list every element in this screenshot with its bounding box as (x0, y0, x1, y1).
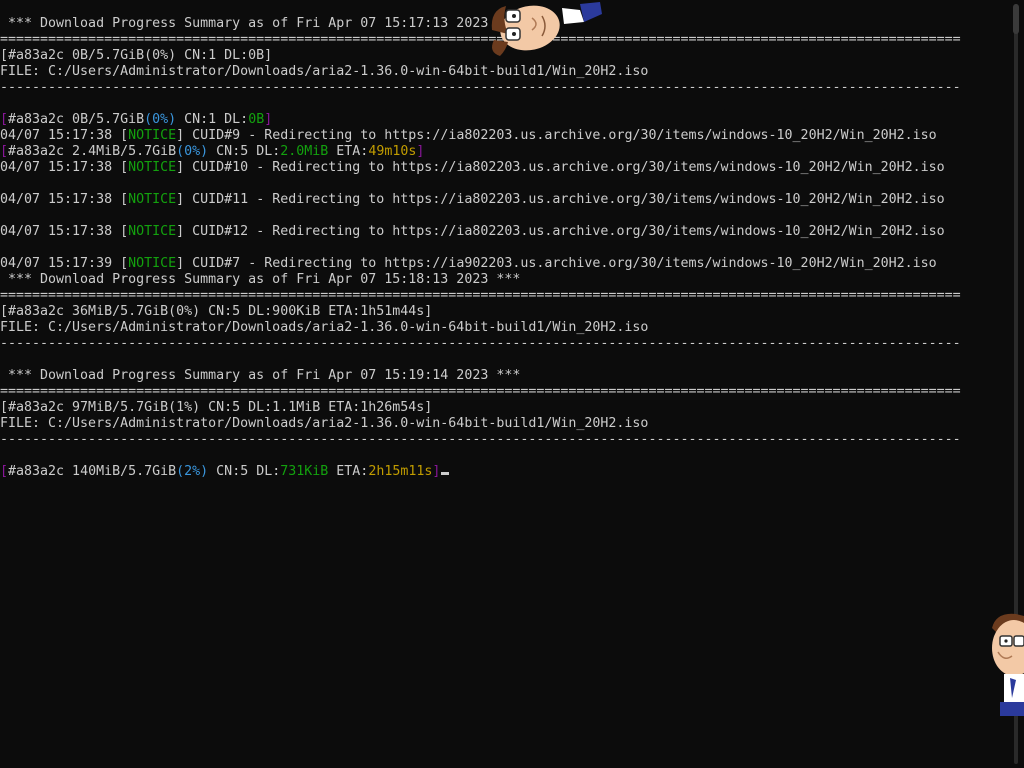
terminal-text: [#a83a2c 97MiB/5.7GiB(1%) CN:5 DL:1.1MiB… (0, 400, 433, 415)
terminal-line: [#a83a2c 140MiB/5.7GiB(2%) CN:5 DL:731Ki… (0, 464, 1008, 480)
terminal-line: ----------------------------------------… (0, 336, 1008, 352)
terminal-text: ========================================… (0, 288, 961, 303)
terminal-text: [ (0, 112, 9, 127)
terminal-line: FILE: C:/Users/Administrator/Downloads/a… (0, 416, 1008, 432)
terminal-text: ----------------------------------------… (0, 80, 961, 95)
terminal-line: 04/07 15:17:38 [NOTICE] CUID#10 - Redire… (0, 160, 1008, 176)
terminal-text: 04/07 15:17:38 [ (0, 192, 129, 207)
terminal-text: NOTICE (128, 192, 177, 207)
terminal-line: 04/07 15:17:39 [NOTICE] CUID#7 - Redirec… (0, 256, 1008, 272)
terminal-text: CN:5 DL: (208, 144, 281, 159)
terminal-text: (0%) (176, 144, 209, 159)
terminal-text: 2h15m11s (368, 464, 433, 479)
terminal-text: #a83a2c 140MiB/5.7GiB (8, 464, 177, 479)
terminal-text: [ (0, 144, 9, 159)
terminal-text: [ (0, 464, 9, 479)
terminal-text: NOTICE (128, 256, 177, 271)
terminal-text: FILE: C:/Users/Administrator/Downloads/a… (0, 64, 649, 79)
terminal-text: NOTICE (128, 128, 177, 143)
terminal-line: [#a83a2c 2.4MiB/5.7GiB(0%) CN:5 DL:2.0Mi… (0, 144, 1008, 160)
terminal-text: ] CUID#12 - Redirecting to https://ia802… (176, 224, 945, 239)
terminal-text: 04/07 15:17:38 [ (0, 128, 129, 143)
text-cursor (441, 472, 450, 475)
terminal-text: ETA: (328, 464, 369, 479)
terminal-text: [#a83a2c 36MiB/5.7GiB(0%) CN:5 DL:900KiB… (0, 304, 433, 319)
terminal-text: ========================================… (0, 384, 961, 399)
terminal-text: 49m10s (368, 144, 417, 159)
terminal-text: ----------------------------------------… (0, 432, 961, 447)
terminal-text: (2%) (176, 464, 209, 479)
terminal-text: ] CUID#10 - Redirecting to https://ia802… (176, 160, 945, 175)
terminal-line: ----------------------------------------… (0, 80, 1008, 96)
terminal-line: FILE: C:/Users/Administrator/Downloads/a… (0, 64, 1008, 80)
terminal-text: 04/07 15:17:38 [ (0, 160, 129, 175)
terminal-line: [#a83a2c 36MiB/5.7GiB(0%) CN:5 DL:900KiB… (0, 304, 1008, 320)
terminal-text: (0%) (144, 112, 177, 127)
terminal-text: ] CUID#11 - Redirecting to https://ia802… (176, 192, 945, 207)
terminal-line: 04/07 15:17:38 [NOTICE] CUID#9 - Redirec… (0, 128, 1008, 144)
terminal-output[interactable]: *** Download Progress Summary as of Fri … (0, 0, 1008, 768)
terminal-line: *** Download Progress Summary as of Fri … (0, 368, 1008, 384)
terminal-text: ] CUID#7 - Redirecting to https://ia9022… (176, 256, 937, 271)
terminal-text: NOTICE (128, 224, 177, 239)
terminal-text: ] (264, 112, 273, 127)
terminal-text: FILE: C:/Users/Administrator/Downloads/a… (0, 416, 649, 431)
terminal-line: [#a83a2c 97MiB/5.7GiB(1%) CN:5 DL:1.1MiB… (0, 400, 1008, 416)
terminal-text: ========================================… (0, 32, 961, 47)
terminal-text: ] CUID#9 - Redirecting to https://ia8022… (176, 128, 937, 143)
scrollbar-track[interactable] (1014, 4, 1018, 764)
terminal-line: [#a83a2c 0B/5.7GiB(0%) CN:1 DL:0B] (0, 112, 1008, 128)
terminal-text: CN:1 DL: (176, 112, 249, 127)
terminal-line: FILE: C:/Users/Administrator/Downloads/a… (0, 320, 1008, 336)
terminal-line: ========================================… (0, 288, 1008, 304)
terminal-line: ========================================… (0, 32, 1008, 48)
terminal-text: 731KiB (280, 464, 329, 479)
terminal-text: ] (416, 144, 425, 159)
terminal-text: *** Download Progress Summary as of Fri … (0, 16, 521, 31)
terminal-line: 04/07 15:17:38 [NOTICE] CUID#12 - Redire… (0, 224, 1008, 240)
terminal-line: *** Download Progress Summary as of Fri … (0, 272, 1008, 288)
terminal-line: [#a83a2c 0B/5.7GiB(0%) CN:1 DL:0B] (0, 48, 1008, 64)
terminal-text: 04/07 15:17:39 [ (0, 256, 129, 271)
terminal-text: FILE: C:/Users/Administrator/Downloads/a… (0, 320, 649, 335)
terminal-line: 04/07 15:17:38 [NOTICE] CUID#11 - Redire… (0, 192, 1008, 208)
terminal-text: NOTICE (128, 160, 177, 175)
terminal-text: *** Download Progress Summary as of Fri … (0, 368, 521, 383)
terminal-text: CN:5 DL: (208, 464, 281, 479)
terminal-text: #a83a2c 0B/5.7GiB (8, 112, 145, 127)
vertical-scrollbar[interactable] (1008, 0, 1024, 768)
terminal-text: 0B (248, 112, 265, 127)
terminal-line: *** Download Progress Summary as of Fri … (0, 16, 1008, 32)
terminal-text: ETA: (328, 144, 369, 159)
terminal-text: 04/07 15:17:38 [ (0, 224, 129, 239)
terminal-text: ----------------------------------------… (0, 336, 961, 351)
terminal-text: *** Download Progress Summary as of Fri … (0, 272, 521, 287)
terminal-text: 2.0MiB (280, 144, 329, 159)
scrollbar-thumb[interactable] (1013, 4, 1019, 34)
terminal-line: ----------------------------------------… (0, 432, 1008, 448)
terminal-text: ] (432, 464, 441, 479)
terminal-text: #a83a2c 2.4MiB/5.7GiB (8, 144, 177, 159)
terminal-text: [#a83a2c 0B/5.7GiB(0%) CN:1 DL:0B] (0, 48, 273, 63)
terminal-line: ========================================… (0, 384, 1008, 400)
